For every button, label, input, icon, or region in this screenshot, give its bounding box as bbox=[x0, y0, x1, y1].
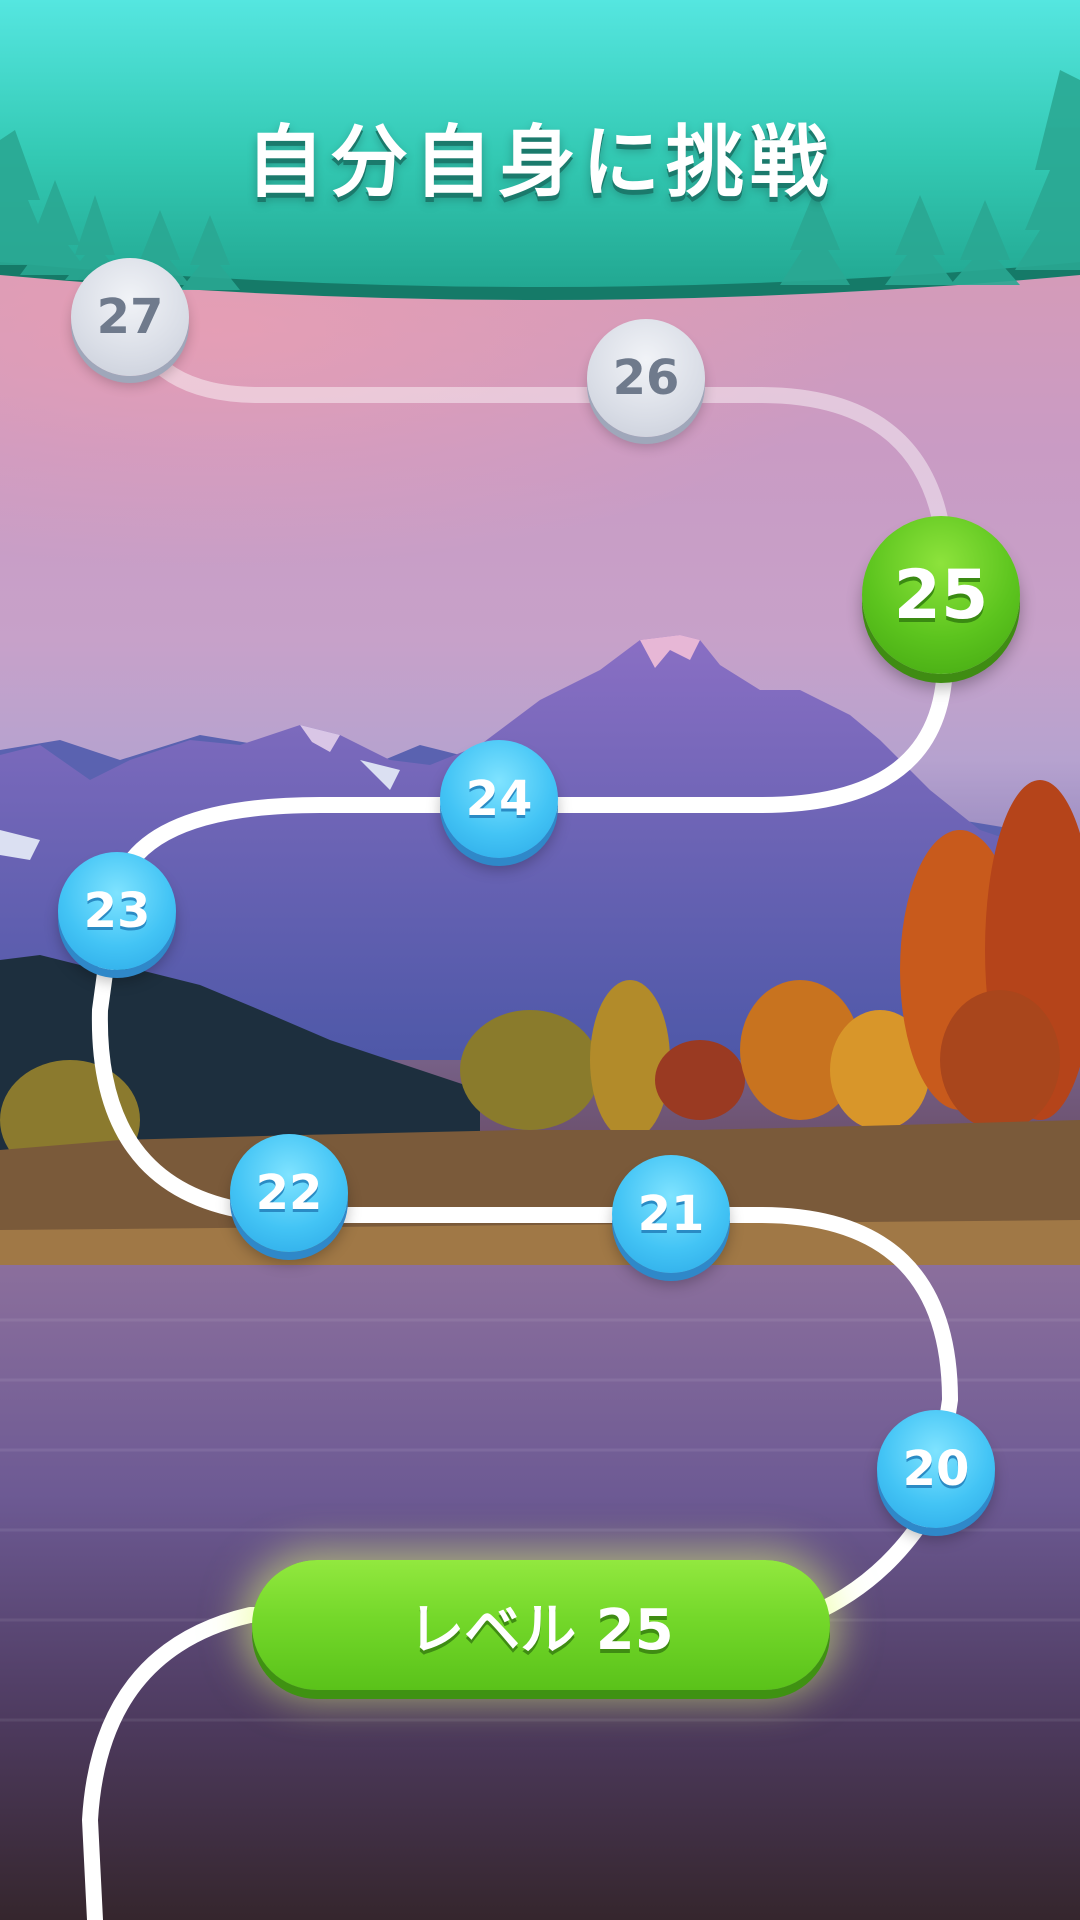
level-node-20[interactable]: 20 bbox=[877, 1410, 995, 1528]
play-level-button-label: レベル 25 bbox=[408, 1597, 674, 1663]
level-number: 26 bbox=[612, 350, 680, 406]
level-number: 25 bbox=[893, 555, 989, 635]
level-number: 22 bbox=[255, 1165, 323, 1221]
level-number: 20 bbox=[902, 1441, 970, 1497]
level-node-26: 26 bbox=[587, 319, 705, 437]
level-node-23[interactable]: 23 bbox=[58, 852, 176, 970]
level-node-24[interactable]: 24 bbox=[440, 740, 558, 858]
play-level-button[interactable]: レベル 25 bbox=[252, 1560, 830, 1690]
level-node-22[interactable]: 22 bbox=[230, 1134, 348, 1252]
level-number: 21 bbox=[637, 1186, 705, 1242]
level-number: 27 bbox=[96, 289, 164, 345]
level-number: 23 bbox=[83, 883, 151, 939]
page-title: 自分自身に挑戦 bbox=[245, 118, 834, 208]
level-number: 24 bbox=[465, 771, 533, 827]
level-node-25-current[interactable]: 25 bbox=[862, 516, 1020, 674]
level-node-27: 27 bbox=[71, 258, 189, 376]
level-node-21[interactable]: 21 bbox=[612, 1155, 730, 1273]
